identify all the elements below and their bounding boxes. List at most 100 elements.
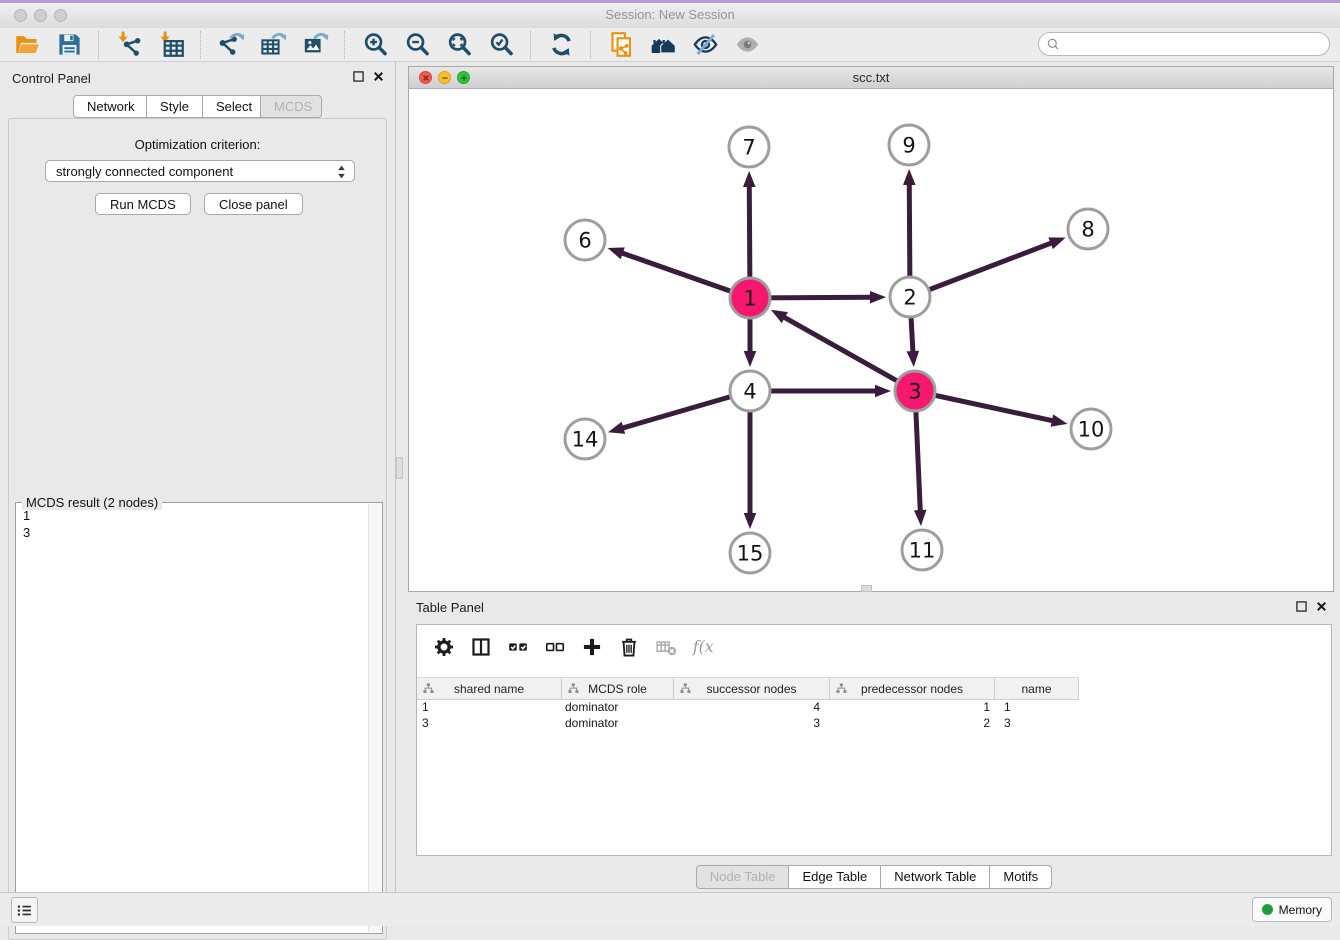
apply-preferred-layout-button[interactable] bbox=[543, 30, 579, 60]
zoom-selected-button[interactable] bbox=[483, 30, 519, 60]
column-header-successor-nodes[interactable]: successor nodes bbox=[674, 678, 830, 699]
search-box[interactable] bbox=[1038, 32, 1330, 56]
zoom-fit-content-button[interactable] bbox=[441, 30, 477, 60]
column-header-name[interactable]: name bbox=[995, 678, 1079, 699]
graph-edge-3-1[interactable] bbox=[771, 310, 915, 391]
graph-node-15[interactable]: 15 bbox=[730, 533, 770, 573]
open-session-button[interactable] bbox=[9, 30, 45, 60]
window-title: Session: New Session bbox=[0, 7, 1340, 22]
graph-node-2[interactable]: 2 bbox=[890, 277, 930, 317]
network-neighborhood-button[interactable] bbox=[645, 30, 681, 60]
tab-network[interactable]: Network bbox=[73, 95, 146, 118]
close-icon bbox=[371, 69, 386, 84]
create-new-column-button[interactable] bbox=[575, 631, 609, 663]
table-cell: 2 bbox=[830, 715, 995, 731]
network-view-window: scc.txt 1234678910111415 bbox=[408, 66, 1334, 592]
criterion-dropdown[interactable]: strongly connected component bbox=[45, 160, 355, 182]
column-header-MCDS-role[interactable]: MCDS role bbox=[562, 678, 674, 699]
table-cell: dominator bbox=[562, 699, 674, 715]
unselect-all-columns-button[interactable] bbox=[538, 631, 572, 663]
table-cell: 3 bbox=[417, 715, 562, 731]
graph-node-9[interactable]: 9 bbox=[889, 125, 929, 165]
memory-button[interactable]: Memory bbox=[1252, 897, 1332, 922]
column-header-predecessor-nodes[interactable]: predecessor nodes bbox=[830, 678, 995, 699]
tab-mcds[interactable]: MCDS bbox=[260, 95, 322, 118]
graph-edge-2-8[interactable] bbox=[910, 237, 1066, 297]
svg-text:f(x): f(x) bbox=[692, 638, 714, 656]
table-row[interactable]: 3dominator323 bbox=[417, 715, 1331, 731]
node-table: f(x) shared name MCDS role successor nodes… bbox=[416, 624, 1332, 856]
graph-node-1[interactable]: 1 bbox=[730, 278, 770, 318]
tree-icon bbox=[836, 683, 847, 694]
import-table-from-file-button[interactable] bbox=[153, 30, 189, 60]
toolbar-separator bbox=[344, 31, 346, 59]
float-icon bbox=[1294, 599, 1309, 614]
svg-text:4: 4 bbox=[743, 380, 756, 404]
network-canvas[interactable]: 1 2 3 4 6 7 8 9 10 11 14 15 bbox=[409, 89, 1333, 591]
graph-node-11[interactable]: 11 bbox=[902, 530, 942, 570]
graph-node-3[interactable]: 3 bbox=[895, 371, 935, 411]
table-panel-tabs: Node TableEdge TableNetwork TableMotifs bbox=[408, 865, 1340, 889]
graph-node-10[interactable]: 10 bbox=[1071, 409, 1111, 449]
function-builder-button: f(x) bbox=[686, 631, 720, 663]
tab-select[interactable]: Select bbox=[202, 95, 260, 118]
column-header-shared-name[interactable]: shared name bbox=[417, 678, 562, 699]
graph-node-7[interactable]: 7 bbox=[729, 127, 769, 167]
close-panel-button[interactable] bbox=[371, 68, 387, 84]
titlebar: Session: New Session bbox=[0, 3, 1340, 29]
export-table-button[interactable] bbox=[255, 30, 291, 60]
search-input[interactable] bbox=[1061, 34, 1329, 54]
tab-motifs[interactable]: Motifs bbox=[989, 865, 1052, 889]
graph-node-6[interactable]: 6 bbox=[565, 220, 605, 260]
refresh-icon bbox=[548, 31, 575, 58]
graph-edge-4-14[interactable] bbox=[608, 391, 750, 434]
graph-node-4[interactable]: 4 bbox=[730, 371, 770, 411]
graph-node-14[interactable]: 14 bbox=[565, 419, 605, 459]
graph-edge-3-10[interactable] bbox=[915, 391, 1068, 427]
select-all-columns-button[interactable] bbox=[501, 631, 535, 663]
import-network-from-file-button[interactable] bbox=[111, 30, 147, 60]
close-panel-action-button[interactable]: Close panel bbox=[204, 193, 303, 215]
zoom-out-button[interactable] bbox=[399, 30, 435, 60]
save-session-button[interactable] bbox=[51, 30, 87, 60]
eye-icon bbox=[734, 31, 761, 58]
delete-columns-button[interactable] bbox=[612, 631, 646, 663]
export-network-icon bbox=[218, 31, 245, 58]
mcds-result-list[interactable]: 13 bbox=[16, 507, 369, 931]
run-mcds-button[interactable]: Run MCDS bbox=[95, 193, 191, 215]
table-cell: 1 bbox=[417, 699, 562, 715]
column-layout-button[interactable] bbox=[464, 631, 498, 663]
tab-node-table[interactable]: Node Table bbox=[696, 865, 789, 889]
toolbar-separator bbox=[200, 31, 202, 59]
graph-edge-1-6[interactable] bbox=[608, 247, 750, 298]
svg-text:11: 11 bbox=[909, 539, 936, 563]
graph-node-8[interactable]: 8 bbox=[1068, 209, 1108, 249]
table-panel-title: Table Panel bbox=[416, 600, 484, 615]
zoom-in-button[interactable] bbox=[357, 30, 393, 60]
show-panels-list-button[interactable] bbox=[11, 897, 38, 923]
import-network-icon bbox=[116, 31, 143, 58]
tab-network-table[interactable]: Network Table bbox=[880, 865, 989, 889]
table-settings-button[interactable] bbox=[427, 631, 461, 663]
float-table-panel-button[interactable] bbox=[1294, 598, 1310, 614]
export-network-button[interactable] bbox=[213, 30, 249, 60]
clone-network-button[interactable] bbox=[603, 30, 639, 60]
table-cell: 3 bbox=[995, 715, 1079, 731]
table-cell: 1 bbox=[830, 699, 995, 715]
control-panel-tabs: NetworkStyleSelectMCDS bbox=[0, 95, 395, 118]
column-header-label: MCDS role bbox=[588, 682, 647, 696]
unselect-all-icon bbox=[544, 636, 566, 658]
float-panel-button[interactable] bbox=[351, 68, 367, 84]
table-row[interactable]: 1dominator411 bbox=[417, 699, 1331, 715]
export-image-button[interactable] bbox=[297, 30, 333, 60]
network-scrollbar-handle[interactable] bbox=[861, 585, 872, 592]
toolbar-separator bbox=[98, 31, 100, 59]
tab-edge-table[interactable]: Edge Table bbox=[788, 865, 880, 889]
svg-text:9: 9 bbox=[902, 134, 915, 158]
panel-splitter-handle[interactable] bbox=[396, 457, 403, 479]
close-table-panel-button[interactable] bbox=[1314, 598, 1330, 614]
tab-style[interactable]: Style bbox=[146, 95, 202, 118]
hide-selected-button[interactable] bbox=[687, 30, 723, 60]
mcds-result-scrollbar[interactable] bbox=[368, 504, 381, 932]
toolbar-separator bbox=[590, 31, 592, 59]
